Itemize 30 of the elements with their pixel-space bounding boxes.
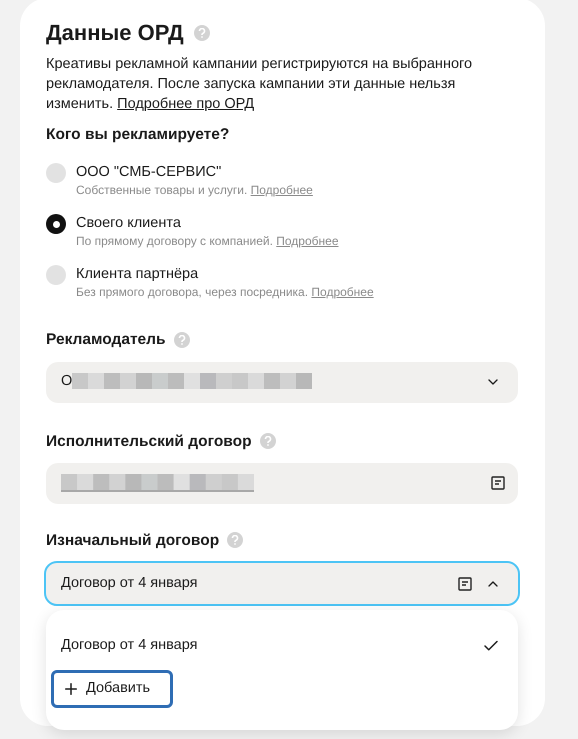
help-icon[interactable] <box>174 332 190 348</box>
field-label: Исполнительский договор <box>46 432 252 452</box>
radio-button[interactable] <box>46 265 66 286</box>
option-hint: Без прямого договора, через посредника. Подробнее <box>76 284 374 300</box>
field-label: Изначальный договор <box>46 530 220 551</box>
field-label: Рекламодатель <box>46 330 166 350</box>
ord-link[interactable]: Подробнее про ОРД <box>117 96 254 112</box>
help-icon[interactable] <box>260 433 276 450</box>
description: Креативы рекламной кампании регистрируются на выбранного рекламодателя. После запуска кампании эти данные нельзя изменить. Подробнее про ОРД <box>46 55 474 114</box>
radio-button[interactable] <box>46 214 66 234</box>
select-value: Договор от 4 января <box>61 574 198 593</box>
question-heading: Кого вы рекламируете? <box>46 125 230 145</box>
radio-button[interactable] <box>46 163 66 184</box>
section-title: Данные ОРД <box>46 19 184 47</box>
initial-contract-select[interactable]: Договор от 4 января <box>44 561 520 606</box>
option-label[interactable]: Клиента партнёра <box>76 264 374 284</box>
document-icon[interactable] <box>491 476 505 490</box>
option-hint: Собственные товары и услуги. Подробнее <box>76 182 313 198</box>
add-button[interactable]: Добавить <box>51 670 173 708</box>
option-hint: По прямому договору с компанией. Подробнее <box>76 233 338 250</box>
select-value: О <box>61 372 72 392</box>
menu-item[interactable]: Договор от 4 января <box>51 632 500 660</box>
help-icon[interactable] <box>227 532 244 548</box>
option-label[interactable]: ООО "СМБ-СЕРВИС" <box>76 162 313 182</box>
option-label[interactable]: Своего клиента <box>76 213 338 234</box>
plus-icon <box>62 680 80 698</box>
contract-field[interactable] <box>46 462 518 504</box>
document-icon[interactable] <box>458 576 472 590</box>
help-icon[interactable] <box>194 25 210 41</box>
advertiser-select[interactable]: О <box>46 362 518 402</box>
